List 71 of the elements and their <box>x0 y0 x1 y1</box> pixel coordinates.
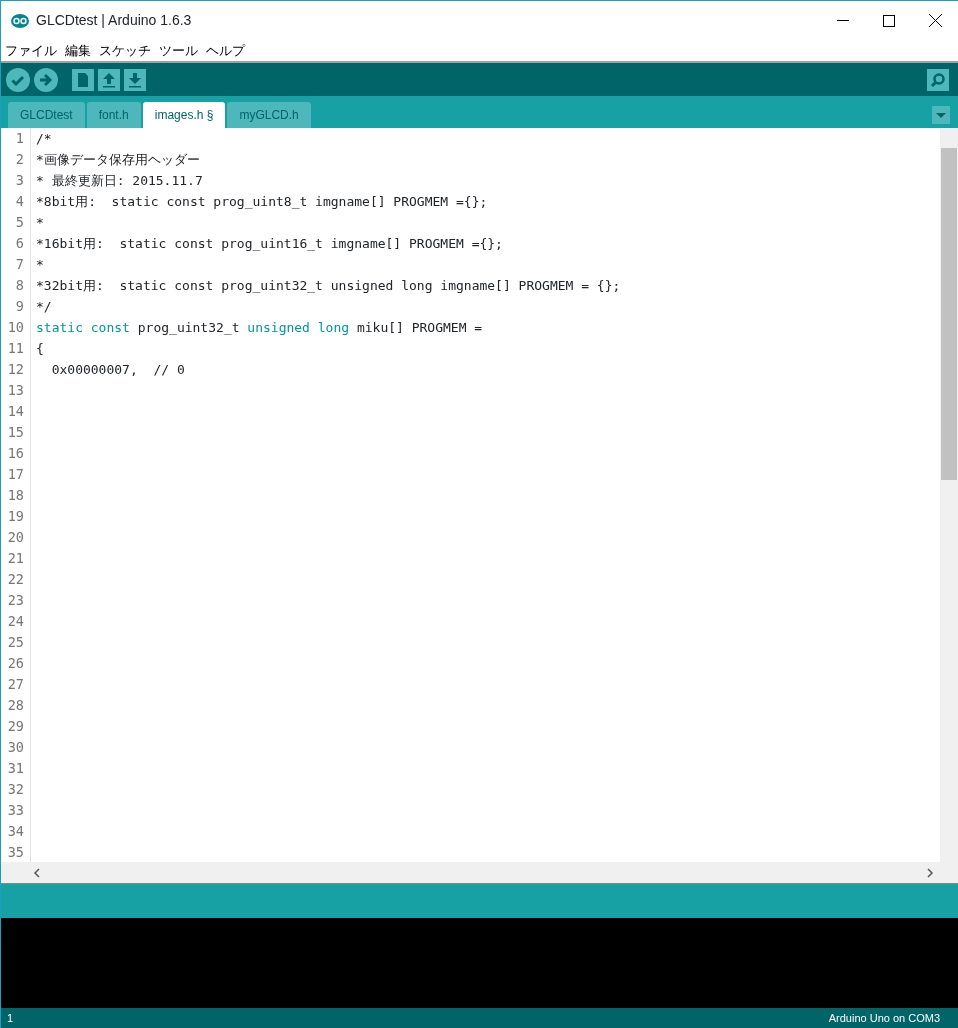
line-number: 3 <box>14 171 24 190</box>
code-line: *8bit用: static const prog_uint8_t imgname[] PROGMEM ={}; <box>36 193 489 211</box>
line-number: 15 <box>6 423 24 442</box>
upload-button[interactable] <box>34 67 58 92</box>
menu-item[interactable]: 編集 <box>65 40 91 61</box>
new-button[interactable] <box>72 68 94 91</box>
verify-button[interactable] <box>6 67 30 92</box>
line-number: 13 <box>6 381 24 400</box>
line-number: 8 <box>14 276 24 295</box>
save-button[interactable] <box>124 68 146 91</box>
line-number: 4 <box>14 192 24 211</box>
horizontal-scrollbar[interactable] <box>1 862 958 884</box>
vertical-scrollbar[interactable] <box>940 128 958 862</box>
code-line: static const prog_uint32_t unsigned long miku[] PROGMEM = <box>36 319 484 337</box>
line-number: 30 <box>6 738 24 757</box>
line-number: 34 <box>6 822 24 841</box>
board-status: Arduino Uno on COM3 <box>828 1010 940 1026</box>
line-number: 6 <box>14 234 24 253</box>
open-button[interactable] <box>98 68 120 91</box>
scroll-left-icon[interactable] <box>33 867 40 878</box>
code-line: 0x00000007, // 0 <box>50 361 186 379</box>
code-line: * <box>36 256 45 274</box>
line-number: 35 <box>6 843 24 862</box>
scroll-right-icon[interactable] <box>927 867 934 878</box>
menu-item[interactable]: ファイル <box>5 40 57 61</box>
code-line: /* <box>36 130 53 148</box>
line-number-status: 1 <box>7 1010 14 1026</box>
line-number: 20 <box>6 528 24 547</box>
file-tab[interactable]: images.h § <box>142 102 226 128</box>
line-number: 26 <box>6 654 24 673</box>
line-number: 9 <box>14 297 24 316</box>
app-logo-icon <box>11 13 29 28</box>
line-number: 12 <box>6 360 24 379</box>
maximize-icon <box>883 14 895 27</box>
window-title: GLCDtest | Arduino 1.6.3 <box>36 11 192 30</box>
line-number: 22 <box>6 570 24 589</box>
line-number: 21 <box>6 549 24 568</box>
line-number: 28 <box>6 696 24 715</box>
line-number: 27 <box>6 675 24 694</box>
line-number: 14 <box>6 402 24 421</box>
line-number: 1 <box>14 129 24 148</box>
menu-item[interactable]: ツール <box>159 40 198 61</box>
line-number: 25 <box>6 633 24 652</box>
menu-item[interactable]: スケッチ <box>99 40 151 61</box>
code-line: * <box>36 214 45 232</box>
code-line: { <box>36 340 45 358</box>
line-number: 18 <box>6 486 24 505</box>
line-number: 7 <box>14 255 24 274</box>
tab-menu-button[interactable] <box>932 106 950 124</box>
code-line: *16bit用: static const prog_uint16_t imgname[] PROGMEM ={}; <box>36 235 504 253</box>
line-number: 10 <box>6 318 24 337</box>
line-number: 2 <box>14 150 24 169</box>
line-number: 24 <box>6 612 24 631</box>
minimize-icon <box>837 20 849 21</box>
line-number: 33 <box>6 801 24 820</box>
close-icon <box>928 14 942 27</box>
line-number: 11 <box>6 339 24 358</box>
line-number: 16 <box>6 444 24 463</box>
code-line: *画像データ保存用ヘッダー <box>36 151 201 169</box>
line-number: 29 <box>6 717 24 736</box>
code-line: */ <box>36 298 53 316</box>
serial-monitor-button[interactable] <box>927 68 949 91</box>
line-number: 31 <box>6 759 24 778</box>
line-number: 5 <box>14 213 24 232</box>
code-line: *32bit用: static const prog_uint32_t unsigned long imgname[] PROGMEM = {}; <box>36 277 622 295</box>
menu-item[interactable]: ヘルプ <box>206 40 245 61</box>
line-number: 17 <box>6 465 24 484</box>
code-line: * 最終更新日: 2015.11.7 <box>36 172 204 190</box>
line-number: 23 <box>6 591 24 610</box>
line-number: 32 <box>6 780 24 799</box>
line-number: 19 <box>6 507 24 526</box>
